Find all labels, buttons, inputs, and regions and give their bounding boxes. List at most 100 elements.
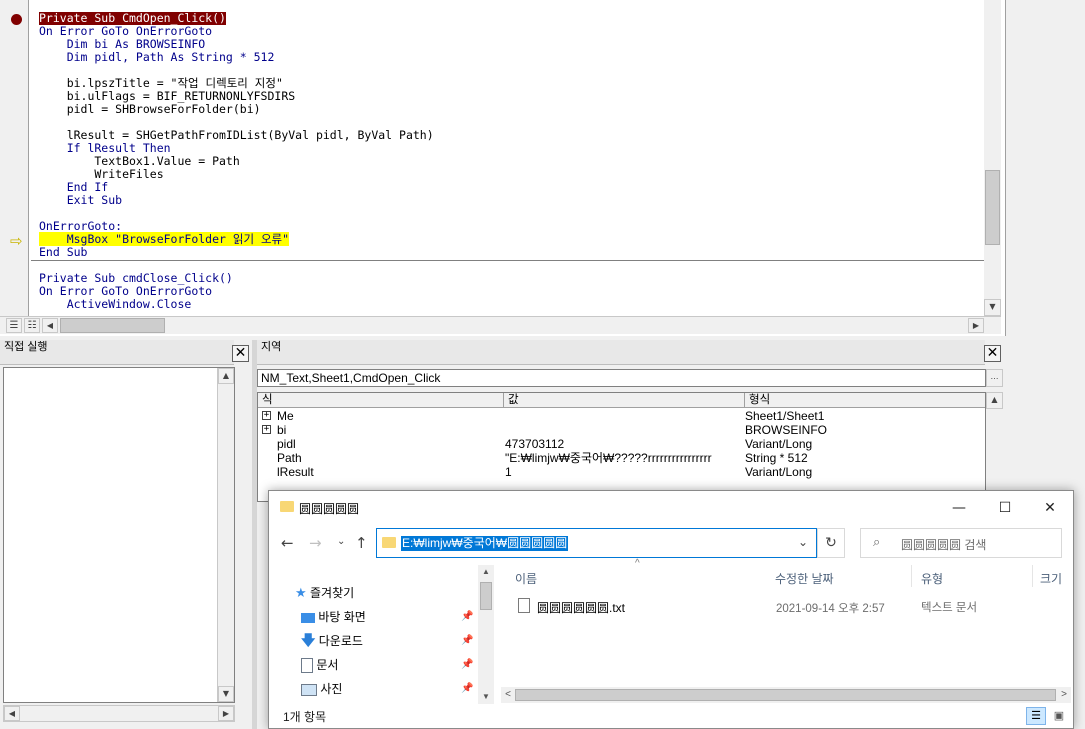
address-path[interactable]: E:₩limjw₩중국어₩圆圆圆圆圆 bbox=[401, 536, 569, 551]
nav-item-label: 즐겨찾기 bbox=[310, 586, 355, 600]
nav-item-label: 바탕 화면 bbox=[318, 610, 366, 624]
file-type: 텍스트 문서 bbox=[921, 602, 978, 614]
horizontal-scrollbar-thumb[interactable] bbox=[60, 318, 165, 333]
back-arrow-icon[interactable]: ← bbox=[281, 534, 294, 552]
row-type: Variant/Long bbox=[745, 437, 813, 451]
expand-icon[interactable]: + bbox=[262, 411, 271, 420]
table-row[interactable]: lResult 1 Variant/Long bbox=[258, 465, 985, 479]
refresh-icon[interactable]: ↻ bbox=[817, 528, 845, 558]
column-header-type[interactable]: 유형 bbox=[921, 570, 943, 587]
text-file-icon bbox=[518, 598, 530, 613]
nav-item-desktop[interactable]: 바탕 화면 📌 bbox=[301, 607, 481, 627]
immediate-horizontal-scrollbar[interactable]: ◀ ▶ bbox=[3, 705, 235, 722]
folder-icon bbox=[382, 537, 396, 548]
close-icon[interactable]: ✕ bbox=[984, 345, 1001, 362]
nav-item-pictures[interactable]: 사진 📌 bbox=[301, 679, 481, 699]
desktop-icon bbox=[301, 612, 315, 623]
pin-icon[interactable]: 📌 bbox=[461, 607, 473, 627]
column-header-modified[interactable]: 수정한 날짜 bbox=[775, 570, 834, 587]
row-expression: Me bbox=[277, 409, 294, 423]
scroll-down-icon[interactable]: ▼ bbox=[984, 299, 1001, 316]
table-row[interactable]: + bi BROWSEINFO bbox=[258, 423, 985, 437]
locals-title: 지역 bbox=[257, 340, 985, 365]
code-vertical-scrollbar[interactable]: ▼ bbox=[984, 0, 1001, 316]
file-modified: 2021-09-14 오후 2:57 bbox=[776, 603, 885, 615]
navigation-scrollbar[interactable]: ▲ ▼ bbox=[478, 565, 494, 704]
immediate-vertical-scrollbar[interactable]: ▲ ▼ bbox=[217, 368, 234, 702]
code-line: Exit Sub bbox=[39, 193, 123, 207]
maximize-icon[interactable]: ☐ bbox=[990, 499, 1020, 517]
scroll-right-icon[interactable]: > bbox=[1057, 687, 1071, 703]
close-icon[interactable]: ✕ bbox=[1035, 499, 1065, 517]
row-expression: lResult bbox=[277, 465, 314, 479]
scroll-up-icon[interactable]: ▲ bbox=[478, 565, 494, 579]
scroll-up-icon[interactable]: ▲ bbox=[218, 368, 234, 384]
sort-up-icon: ^ bbox=[635, 558, 640, 569]
chevron-down-icon[interactable]: ⌄ bbox=[798, 535, 808, 549]
row-type: BROWSEINFO bbox=[745, 423, 828, 437]
table-row[interactable]: pidl 473703112 Variant/Long bbox=[258, 437, 985, 451]
pin-icon[interactable]: 📌 bbox=[461, 679, 473, 699]
details-view-icon[interactable]: ☰ bbox=[1026, 707, 1046, 725]
nav-item-documents[interactable]: 문서 📌 bbox=[301, 655, 481, 675]
pin-icon[interactable]: 📌 bbox=[461, 631, 473, 651]
pin-icon[interactable]: 📌 bbox=[461, 655, 473, 675]
scrollbar-thumb[interactable] bbox=[515, 689, 1056, 701]
scroll-right-icon[interactable]: ▶ bbox=[218, 706, 234, 721]
row-value: 1 bbox=[505, 465, 512, 479]
file-name: 圆圆圆圆圆圆.txt bbox=[537, 601, 626, 615]
scroll-left-icon[interactable]: ◀ bbox=[4, 706, 20, 721]
code-line: End Sub bbox=[39, 245, 88, 259]
immediate-input[interactable]: ▲ ▼ bbox=[3, 367, 235, 703]
scrollbar-thumb[interactable] bbox=[480, 582, 492, 610]
nav-item-downloads[interactable]: 🡇 다운로드 📌 bbox=[301, 631, 481, 651]
full-module-view-icon[interactable]: ☷ bbox=[24, 318, 40, 333]
column-header-type[interactable]: 형식 bbox=[745, 393, 985, 408]
search-box[interactable]: ⌕ 圆圆圆圆圆 검색 bbox=[860, 528, 1062, 558]
row-type: String * 512 bbox=[745, 451, 808, 465]
file-list-horizontal-scrollbar[interactable]: < > bbox=[501, 687, 1071, 703]
picture-icon bbox=[301, 683, 317, 696]
document-icon bbox=[301, 658, 313, 674]
scroll-down-icon[interactable]: ▼ bbox=[478, 690, 494, 704]
close-icon[interactable]: ✕ bbox=[232, 345, 249, 362]
column-header-name[interactable]: 이름 bbox=[515, 570, 537, 587]
address-bar[interactable]: E:₩limjw₩중국어₩圆圆圆圆圆 ⌄ bbox=[376, 528, 817, 558]
locals-table[interactable]: 식 값 형식 + Me Sheet1/Sheet1 + bi BROWSEINF… bbox=[257, 392, 986, 502]
code-line: Dim pidl, Path As String * 512 bbox=[39, 50, 275, 64]
row-expression: Path bbox=[277, 451, 302, 465]
procedure-view-icon[interactable]: ☰ bbox=[6, 318, 22, 333]
table-row[interactable]: Path "E:₩limjw₩중국어₩?????rrrrrrrrrrrrrrrr… bbox=[258, 451, 985, 465]
nav-item-label: 다운로드 bbox=[318, 634, 363, 648]
status-item-count: 1개 항목 bbox=[283, 710, 327, 724]
expand-icon[interactable]: + bbox=[262, 425, 271, 434]
code-line: pidl = SHBrowseForFolder(bi) bbox=[39, 102, 261, 116]
breakpoint-icon[interactable] bbox=[11, 14, 22, 25]
column-header-value[interactable]: 값 bbox=[504, 393, 745, 408]
file-row[interactable]: 圆圆圆圆圆圆.txt 2021-09-14 오후 2:57 텍스트 문서 bbox=[509, 595, 1059, 617]
download-icon: 🡇 bbox=[301, 633, 316, 649]
row-type: Sheet1/Sheet1 bbox=[745, 409, 825, 423]
large-icons-view-icon[interactable]: ▣ bbox=[1049, 707, 1069, 725]
file-explorer-window: 圆圆圆圆圆 — ☐ ✕ ← → ⌄ ↑ E:₩limjw₩중국어₩圆圆圆圆圆 ⌄… bbox=[268, 490, 1074, 729]
scroll-left-icon[interactable]: < bbox=[501, 687, 515, 703]
minimize-icon[interactable]: — bbox=[944, 499, 974, 517]
recent-locations-icon[interactable]: ⌄ bbox=[337, 536, 345, 547]
search-icon: ⌕ bbox=[873, 535, 881, 550]
scrollbar-thumb[interactable] bbox=[985, 170, 1000, 245]
scroll-down-icon[interactable]: ▼ bbox=[218, 686, 234, 702]
code-editor[interactable]: Private Sub CmdOpen_Click() On Error GoT… bbox=[31, 12, 981, 312]
nav-item-favorites[interactable]: ★ 즐겨찾기 bbox=[295, 583, 354, 603]
call-stack-button[interactable]: … bbox=[986, 369, 1003, 387]
column-header-expression[interactable]: 식 bbox=[258, 393, 504, 408]
column-header-size[interactable]: 크기 bbox=[1040, 570, 1062, 587]
nav-item-label: 문서 bbox=[316, 658, 339, 672]
scroll-left-icon[interactable]: ◀ bbox=[42, 318, 58, 333]
navigation-pane: ★ 즐겨찾기 바탕 화면 📌 🡇 다운로드 📌 문서 📌 사진 📌 bbox=[269, 565, 495, 704]
table-row[interactable]: + Me Sheet1/Sheet1 bbox=[258, 409, 985, 423]
forward-arrow-icon[interactable]: → bbox=[309, 534, 322, 552]
code-margin-bar[interactable]: ⇨ bbox=[0, 0, 29, 316]
scroll-right-icon[interactable]: ▶ bbox=[968, 318, 984, 333]
up-arrow-icon[interactable]: ↑ bbox=[355, 534, 368, 552]
scroll-up-icon[interactable]: ▲ bbox=[986, 392, 1003, 409]
